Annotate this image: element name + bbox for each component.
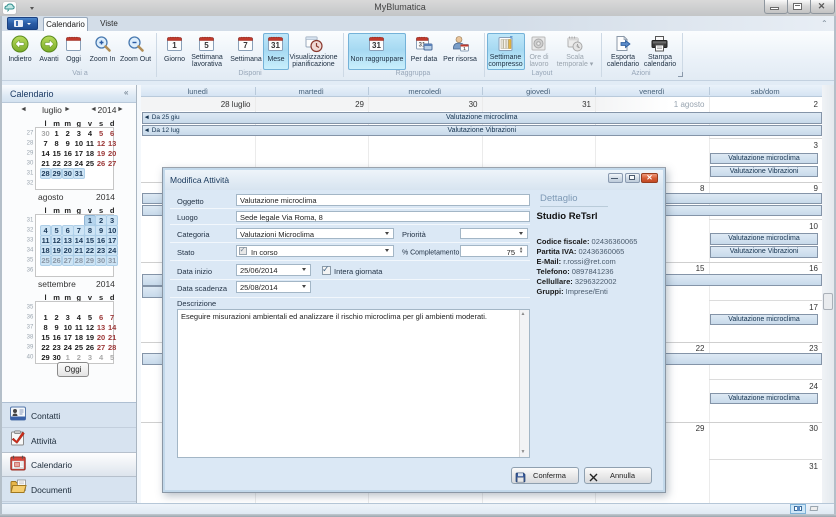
svg-text:7: 7 — [243, 41, 248, 50]
svg-text:31: 31 — [271, 41, 280, 50]
svg-text:5: 5 — [204, 41, 209, 50]
svg-text:31: 31 — [372, 41, 381, 50]
svg-text:1: 1 — [172, 41, 177, 50]
